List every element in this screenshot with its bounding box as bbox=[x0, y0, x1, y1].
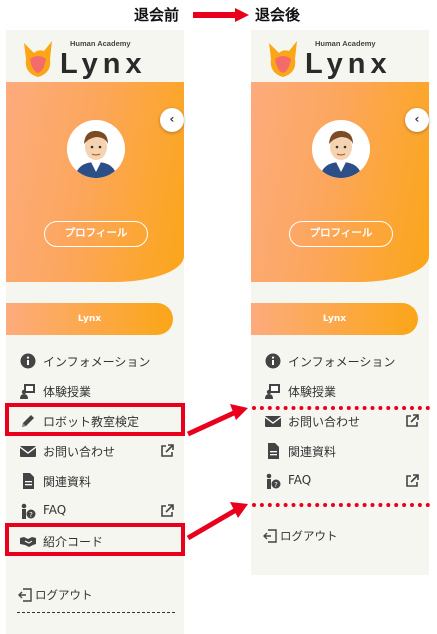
document-icon bbox=[23, 473, 34, 489]
profile-header: ‹ プロフィール bbox=[251, 82, 429, 282]
logo-subtitle: Human Academy bbox=[70, 39, 131, 48]
callout-arrow-icon bbox=[186, 404, 248, 437]
info-icon bbox=[20, 353, 36, 369]
profile-button[interactable]: プロフィール bbox=[289, 221, 393, 247]
menu-label: 体験授業 bbox=[288, 385, 337, 399]
lynx-logo: Human Academy Lynx bbox=[20, 36, 170, 80]
menu-item-faq[interactable]: ? FAQ bbox=[6, 500, 184, 522]
logout-button[interactable]: ログアウト bbox=[251, 526, 429, 546]
user-avatar-icon bbox=[67, 120, 125, 178]
menu-label: インフォメーション bbox=[288, 355, 396, 369]
menu-item-information[interactable]: インフォメーション bbox=[6, 350, 184, 372]
person-question-icon: ? bbox=[266, 473, 281, 489]
menu-item-documents[interactable]: 関連資料 bbox=[251, 440, 429, 462]
menu-item-documents[interactable]: 関連資料 bbox=[6, 470, 184, 492]
document-icon bbox=[268, 443, 279, 459]
profile-header: ‹ プロフィール bbox=[6, 82, 184, 282]
collapse-sidebar-button[interactable]: ‹ bbox=[405, 108, 429, 132]
logo-title: Lynx bbox=[60, 48, 147, 80]
external-link-icon bbox=[161, 504, 174, 517]
removed-marker-referral-code bbox=[252, 503, 430, 507]
logout-button[interactable]: ログアウト bbox=[6, 585, 184, 605]
lynx-bar[interactable]: Lynx bbox=[6, 303, 173, 335]
mail-icon bbox=[265, 416, 281, 427]
logout-label: ログアウト bbox=[280, 529, 338, 543]
menu-item-faq[interactable]: ? FAQ bbox=[251, 470, 429, 492]
avatar bbox=[312, 120, 370, 178]
menu-label: 関連資料 bbox=[43, 475, 92, 489]
external-link-icon bbox=[406, 414, 419, 427]
sidebar-after: Human Academy Lynx ‹ プロフィール Lynx インフォメーシ… bbox=[251, 30, 429, 575]
menu-item-trial-lesson[interactable]: 体験授業 bbox=[251, 380, 429, 402]
menu-item-information[interactable]: インフォメーション bbox=[251, 350, 429, 372]
highlight-robot-exam bbox=[5, 403, 185, 436]
logo-title: Lynx bbox=[305, 48, 392, 80]
before-label: 退会前 bbox=[134, 6, 180, 24]
profile-button[interactable]: プロフィール bbox=[44, 221, 148, 247]
menu-label: お問い合わせ bbox=[288, 415, 361, 429]
lynx-logo: Human Academy Lynx bbox=[265, 36, 415, 80]
menu-label: 関連資料 bbox=[288, 445, 337, 459]
logout-icon bbox=[263, 529, 277, 543]
menu-item-trial-lesson[interactable]: 体験授業 bbox=[6, 380, 184, 402]
avatar bbox=[67, 120, 125, 178]
callout-arrow-icon bbox=[186, 502, 248, 541]
teacher-board-icon bbox=[20, 384, 35, 399]
mail-icon bbox=[20, 446, 36, 457]
user-avatar-icon bbox=[312, 120, 370, 178]
menu-label: お問い合わせ bbox=[43, 445, 116, 459]
menu-label: インフォメーション bbox=[43, 355, 151, 369]
person-question-icon: ? bbox=[21, 503, 36, 519]
menu-label: 体験授業 bbox=[43, 385, 92, 399]
menu-item-contact[interactable]: お問い合わせ bbox=[6, 440, 184, 462]
external-link-icon bbox=[161, 444, 174, 457]
menu-label: FAQ bbox=[288, 473, 312, 487]
cat-logo-icon bbox=[24, 41, 52, 77]
teacher-board-icon bbox=[265, 384, 280, 399]
lynx-bar[interactable]: Lynx bbox=[251, 303, 418, 335]
collapse-sidebar-button[interactable]: ‹ bbox=[160, 108, 184, 132]
logout-icon bbox=[18, 588, 32, 602]
logout-label: ログアウト bbox=[35, 588, 93, 602]
right-arrow-icon bbox=[193, 8, 249, 22]
info-icon bbox=[265, 353, 281, 369]
menu-label: FAQ bbox=[43, 503, 67, 517]
after-label: 退会後 bbox=[255, 6, 301, 24]
svg-text:?: ? bbox=[274, 481, 278, 489]
dashed-divider bbox=[17, 612, 175, 613]
menu-item-contact[interactable]: お問い合わせ bbox=[251, 410, 429, 432]
svg-text:?: ? bbox=[29, 511, 33, 519]
logo-subtitle: Human Academy bbox=[315, 39, 376, 48]
removed-marker-robot-exam bbox=[252, 406, 430, 410]
cat-logo-icon bbox=[269, 41, 297, 77]
highlight-referral-code bbox=[5, 523, 185, 556]
external-link-icon bbox=[406, 474, 419, 487]
